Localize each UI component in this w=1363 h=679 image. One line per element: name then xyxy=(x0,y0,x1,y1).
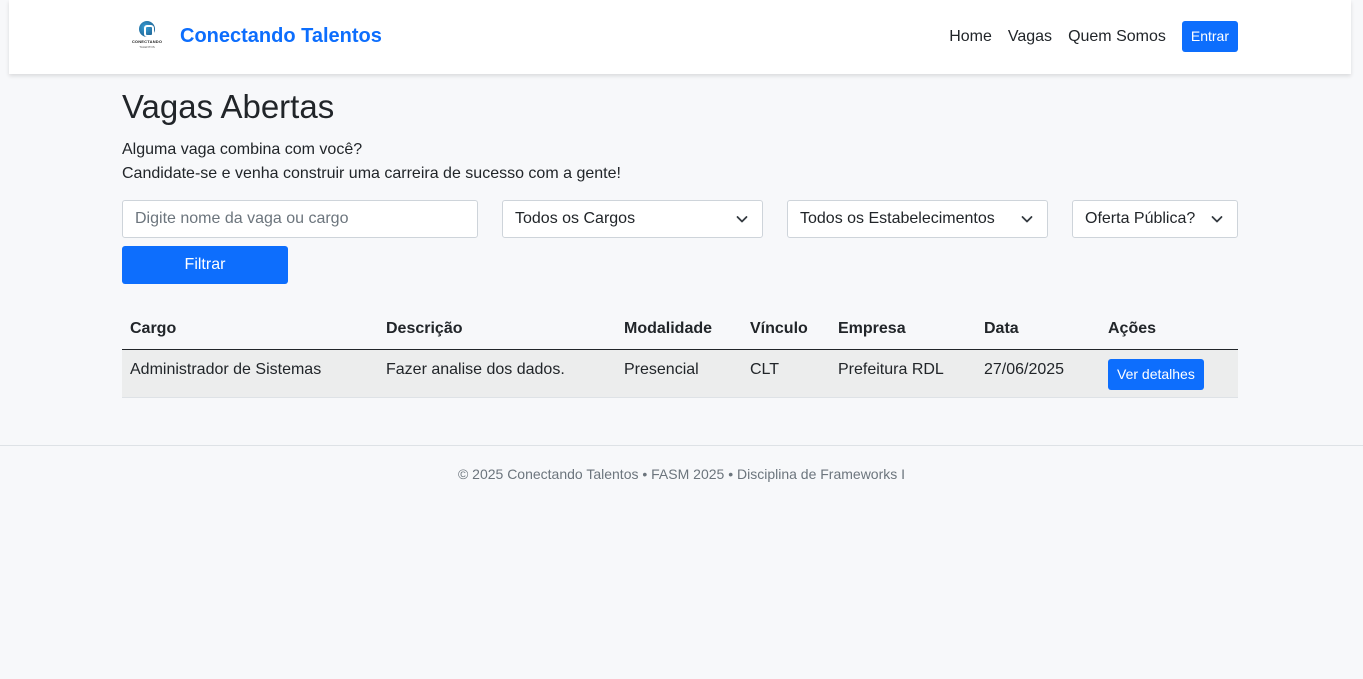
filter-button[interactable]: Filtrar xyxy=(122,246,288,284)
column-header-descricao: Descrição xyxy=(378,308,616,350)
oferta-publica-select-value: Oferta Pública? xyxy=(1085,210,1196,227)
nav-link-vagas[interactable]: Vagas xyxy=(1008,21,1052,52)
chevron-down-icon xyxy=(1021,216,1033,223)
view-details-button[interactable]: Ver detalhes xyxy=(1108,358,1204,390)
cell-cargo: Administrador de Sistemas xyxy=(122,349,378,398)
column-header-modalidade: Modalidade xyxy=(616,308,742,350)
nav-link-home[interactable]: Home xyxy=(949,21,992,52)
page-title: Vagas Abertas xyxy=(122,88,335,125)
cell-modalidade: Presencial xyxy=(616,349,742,398)
brand[interactable]: CONECTANDO TALENTOS Conectando Talentos xyxy=(130,19,382,53)
nav-link-quem-somos[interactable]: Quem Somos xyxy=(1068,21,1166,52)
oferta-publica-select[interactable]: Oferta Pública? xyxy=(1072,200,1238,238)
intro-line-1: Alguma vaga combina com você? xyxy=(122,141,363,158)
logo-subtext: TALENTOS xyxy=(139,45,155,49)
logo-text: CONECTANDO xyxy=(131,39,163,44)
column-header-data: Data xyxy=(976,308,1100,350)
navbar: CONECTANDO TALENTOS Conectando Talentos … xyxy=(9,0,1351,74)
cell-vinculo: CLT xyxy=(742,349,830,398)
cell-empresa: Prefeitura RDL xyxy=(830,349,976,398)
logo: CONECTANDO TALENTOS xyxy=(130,19,164,53)
login-button[interactable]: Entrar xyxy=(1181,21,1238,52)
cargo-select-value: Todos os Cargos xyxy=(515,210,636,227)
column-header-acoes: Ações xyxy=(1100,308,1238,350)
intro-text: Alguma vaga combina com você? Candidate-… xyxy=(122,138,621,186)
table-header-row: Cargo Descrição Modalidade Vínculo Empre… xyxy=(122,308,1238,350)
footer-divider xyxy=(0,445,1363,446)
nav-links: Home Vagas Quem Somos Entrar xyxy=(949,21,1238,52)
column-header-cargo: Cargo xyxy=(122,308,378,350)
logo-icon xyxy=(139,21,155,37)
cell-data: 27/06/2025 xyxy=(976,349,1100,398)
jobs-table: Cargo Descrição Modalidade Vínculo Empre… xyxy=(122,308,1238,398)
chevron-down-icon xyxy=(1211,216,1223,223)
estabelecimento-select[interactable]: Todos os Estabelecimentos xyxy=(787,200,1048,238)
column-header-empresa: Empresa xyxy=(830,308,976,350)
cargo-select[interactable]: Todos os Cargos xyxy=(502,200,763,238)
cell-acoes: Ver detalhes xyxy=(1100,349,1238,398)
chevron-down-icon xyxy=(736,216,748,223)
brand-name[interactable]: Conectando Talentos xyxy=(180,25,382,48)
cell-descricao: Fazer analise dos dados. xyxy=(378,349,616,398)
column-header-vinculo: Vínculo xyxy=(742,308,830,350)
intro-line-2: Candidate-se e venha construir uma carre… xyxy=(122,165,621,182)
estabelecimento-select-value: Todos os Estabelecimentos xyxy=(800,210,995,227)
search-input[interactable] xyxy=(122,200,478,238)
table-row: Administrador de Sistemas Fazer analise … xyxy=(122,349,1238,398)
footer-text: © 2025 Conectando Talentos • FASM 2025 •… xyxy=(457,466,906,482)
